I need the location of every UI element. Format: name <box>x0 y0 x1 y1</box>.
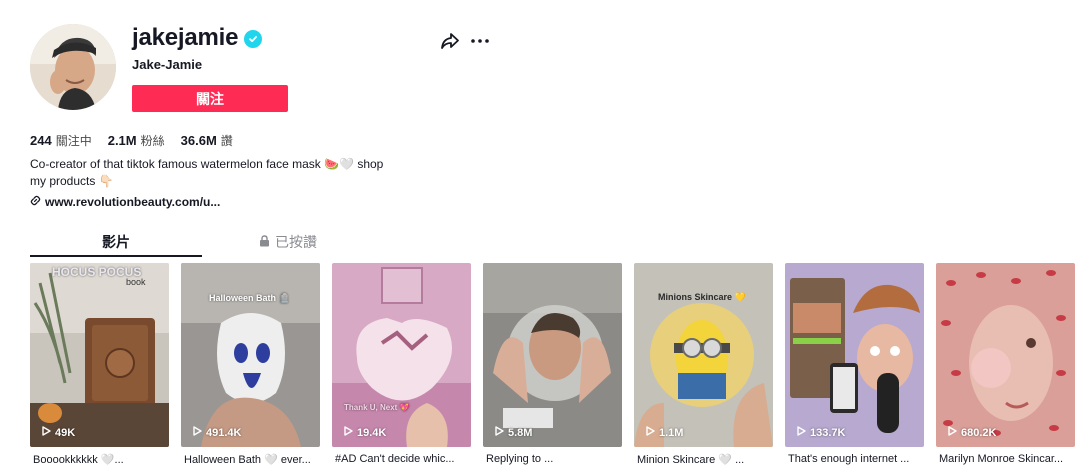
verified-check-icon <box>244 30 263 48</box>
video-caption[interactable]: Marilyn Monroe Skincar... <box>939 453 1078 465</box>
video-card[interactable]: HOCUS POCUS book 49K <box>30 263 169 447</box>
link-icon <box>30 195 41 209</box>
video-overlay-text: book <box>126 277 146 287</box>
video-card[interactable]: 133.7K <box>785 263 924 447</box>
video-thumbnail <box>785 263 924 447</box>
video-thumbnail <box>483 263 622 447</box>
view-count: 680.2K <box>948 426 996 439</box>
play-icon <box>646 426 655 439</box>
video-thumbnail <box>936 263 1075 447</box>
followers-count: 2.1M <box>107 133 137 148</box>
video-caption[interactable]: That's enough internet ... <box>788 453 927 465</box>
likes-stat: 36.6M 讚 <box>181 132 233 149</box>
tab-videos[interactable]: 影片 <box>30 228 202 256</box>
profile-tabs: 影片 已按讚 <box>30 228 374 258</box>
view-count: 19.4K <box>344 426 386 439</box>
video-caption[interactable]: #AD Can't decide whic... <box>335 453 474 465</box>
profile-stats: 244 關注中 2.1M 粉絲 36.6M 讚 <box>30 132 233 149</box>
profile-link[interactable]: www.revolutionbeauty.com/u... <box>30 195 220 209</box>
followers-stat[interactable]: 2.1M 粉絲 <box>108 132 165 149</box>
view-count: 133.7K <box>797 426 845 439</box>
play-icon <box>193 426 202 439</box>
tab-active-indicator <box>30 255 202 257</box>
likes-count: 36.6M <box>180 133 217 148</box>
video-card[interactable]: Halloween Bath 🪦 491.4K <box>181 263 320 447</box>
following-label: 關注中 <box>55 134 92 148</box>
view-count-text: 491.4K <box>206 426 242 439</box>
video-overlay-text: Thank U, Next 💖 <box>344 403 410 412</box>
view-count-text: 1.1M <box>659 426 684 439</box>
username: jakejamie <box>132 24 263 52</box>
more-options-icon[interactable] <box>470 31 490 51</box>
view-count: 1.1M <box>646 426 683 439</box>
share-icon[interactable] <box>440 31 460 51</box>
video-thumbnail <box>332 263 471 447</box>
view-count: 5.8M <box>495 426 532 439</box>
following-count: 244 <box>30 133 52 148</box>
video-caption[interactable]: Minion Skincare 🤍 ... <box>637 453 776 466</box>
following-stat[interactable]: 244 關注中 <box>30 132 92 149</box>
play-icon <box>42 426 51 439</box>
video-overlay-text: Minions Skincare 💛 <box>658 292 746 302</box>
username-text: jakejamie <box>132 24 239 51</box>
play-icon <box>495 426 504 439</box>
view-count: 491.4K <box>193 426 241 439</box>
video-card[interactable]: Minions Skincare 💛 1.1M <box>634 263 773 447</box>
avatar-image <box>30 24 116 110</box>
view-count-text: 680.2K <box>961 426 997 439</box>
video-card[interactable]: 680.2K <box>936 263 1075 447</box>
tab-liked-label: 已按讚 <box>275 234 317 250</box>
nickname: Jake-Jamie <box>132 57 203 72</box>
view-count-text: 49K <box>55 426 76 439</box>
video-thumbnail <box>181 263 320 447</box>
view-count-text: 5.8M <box>508 426 533 439</box>
play-icon <box>344 426 353 439</box>
play-icon <box>948 426 957 439</box>
avatar[interactable] <box>30 24 116 110</box>
followers-label: 粉絲 <box>140 134 165 148</box>
video-thumbnail <box>30 263 169 447</box>
video-overlay-text: Halloween Bath 🪦 <box>209 293 290 303</box>
tab-videos-label: 影片 <box>102 234 130 250</box>
play-icon <box>797 426 806 439</box>
view-count-text: 19.4K <box>357 426 387 439</box>
video-card[interactable]: Thank U, Next 💖 19.4K <box>332 263 471 447</box>
likes-label: 讚 <box>220 134 233 148</box>
bio: Co-creator of that tiktok famous waterme… <box>30 157 384 188</box>
video-card[interactable]: 5.8M <box>483 263 622 447</box>
view-count: 49K <box>42 426 75 439</box>
video-thumbnail <box>634 263 773 447</box>
follow-button[interactable]: 關注 <box>132 85 288 112</box>
lock-icon <box>259 234 270 250</box>
link-text: www.revolutionbeauty.com/u... <box>45 195 221 209</box>
video-caption[interactable]: Booookkkkkk 🤍... <box>33 453 172 466</box>
tab-liked[interactable]: 已按讚 <box>202 228 374 256</box>
video-caption[interactable]: Halloween Bath 🤍 ever... <box>184 453 323 466</box>
view-count-text: 133.7K <box>810 426 846 439</box>
video-caption[interactable]: Replying to ... <box>486 453 625 465</box>
